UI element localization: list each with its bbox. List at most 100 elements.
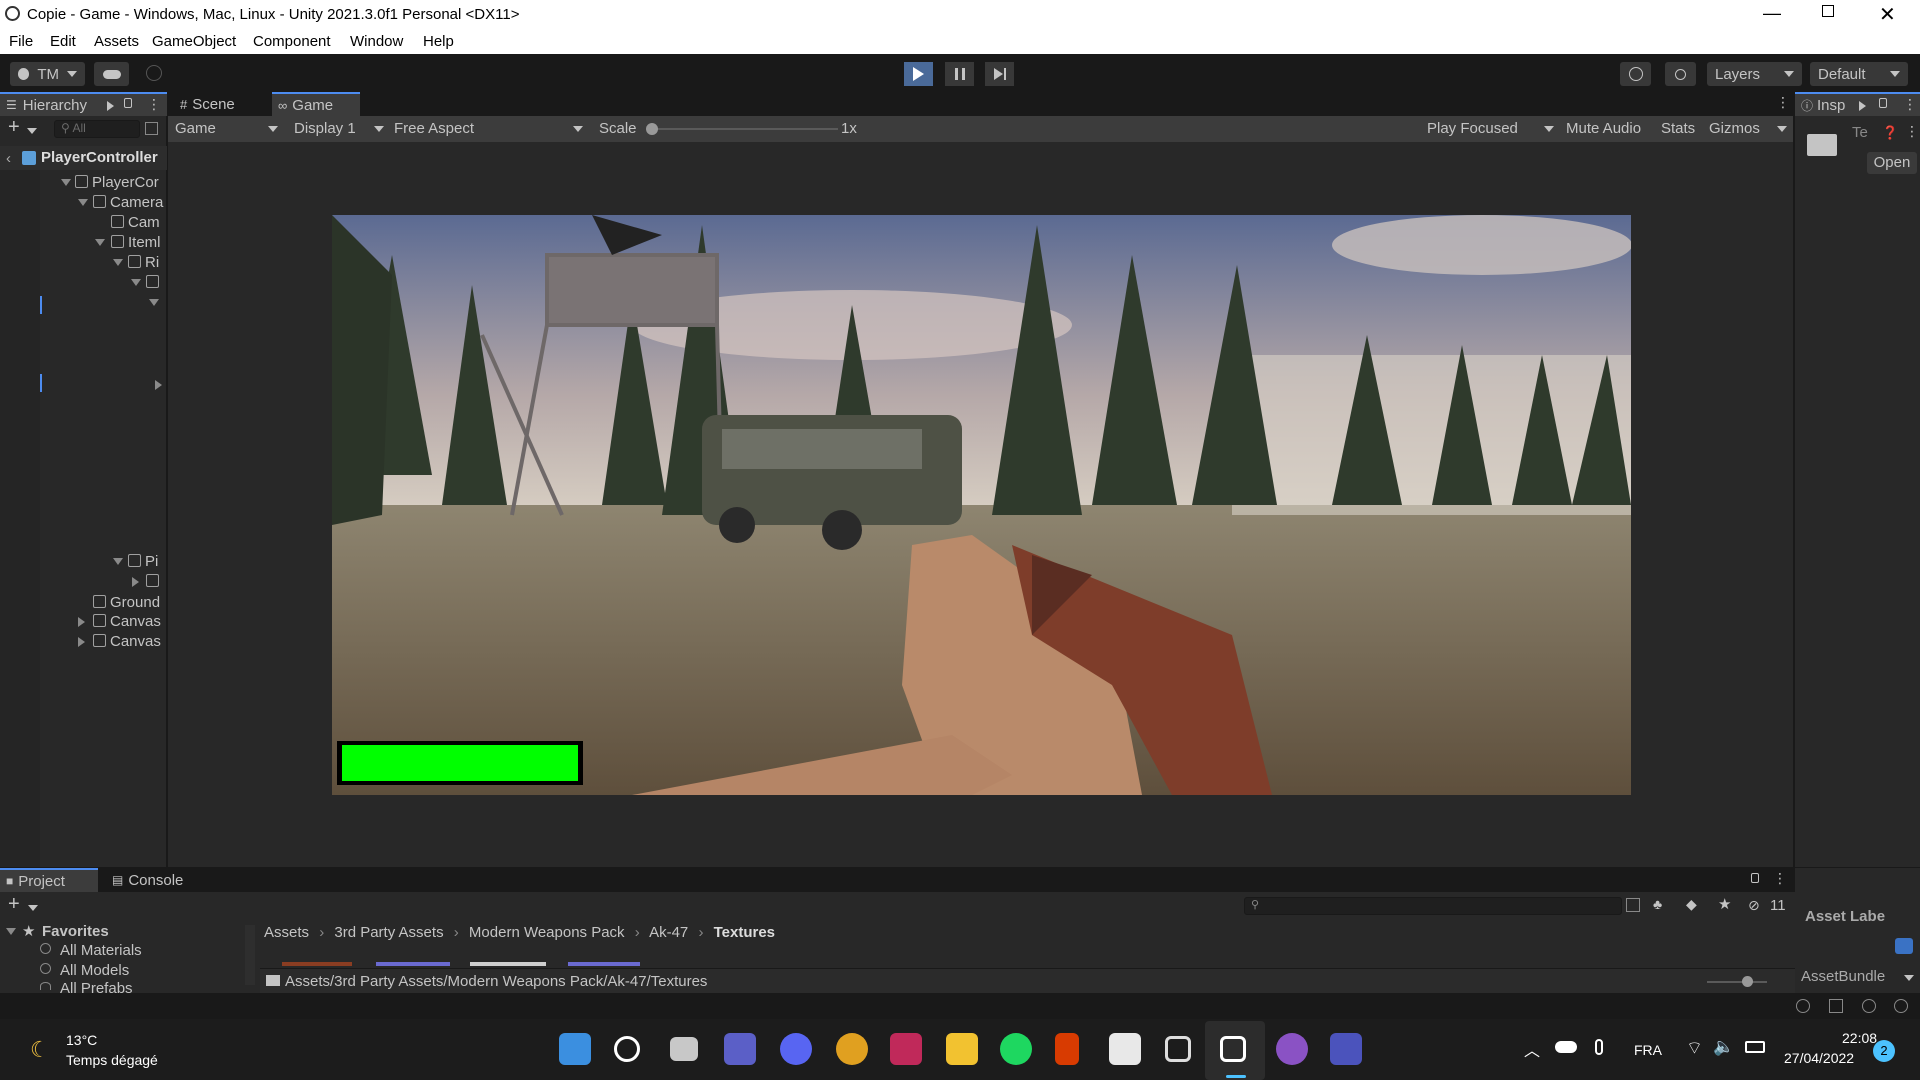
weather-desc[interactable]: Temps dégagé [66,1052,158,1068]
tab-project[interactable]: ■ Project [0,868,98,892]
scale-slider-handle[interactable] [646,123,658,135]
favorites-label[interactable]: Favorites [42,923,109,940]
menu-file[interactable]: File [9,33,33,50]
tab-inspector[interactable]: ⓘ Insp ⋮ [1795,92,1920,116]
teams-chat-icon[interactable] [724,1033,756,1065]
menu-gameobject[interactable]: GameObject [152,33,236,50]
breadcrumb-item[interactable]: Ak-47 [649,924,688,941]
step-button[interactable] [985,62,1014,86]
office-icon[interactable] [1055,1033,1079,1065]
close-icon[interactable]: ✕ [1879,2,1896,27]
tab-console[interactable]: ▤ Console [106,868,189,892]
asset-thumbnail[interactable] [470,962,546,966]
menu-window[interactable]: Window [350,33,403,50]
unity-hub-icon[interactable] [1165,1036,1191,1062]
scrollbar[interactable] [245,925,255,985]
onedrive-icon[interactable] [1555,1041,1577,1053]
layers-dropdown[interactable]: Layers [1707,62,1802,86]
hierarchy-item[interactable]: Canvas [93,633,161,650]
minimize-icon[interactable]: — [1763,3,1781,24]
filter-icon[interactable] [1626,898,1640,912]
filter-icon[interactable] [145,122,158,135]
hierarchy-item[interactable] [146,573,163,590]
discord-icon[interactable] [780,1033,812,1065]
pause-button[interactable] [945,62,974,86]
fav-item[interactable]: All Materials [60,942,142,959]
hierarchy-item[interactable]: Cam [111,214,160,231]
gizmos-button[interactable]: Gizmos [1709,120,1760,137]
asset-thumbnail[interactable] [282,962,352,966]
language-indicator[interactable]: FRA [1634,1042,1662,1058]
chevron-right-icon[interactable] [155,380,162,390]
aspect-dropdown[interactable]: Free Aspect [394,120,584,137]
hierarchy-item[interactable]: Camera [93,194,163,211]
game-viewport[interactable] [332,215,1631,795]
asset-thumbnail[interactable] [568,962,640,966]
play-button[interactable] [904,62,933,86]
tab-hierarchy[interactable]: ☰ Hierarchy ⋮ [0,92,167,116]
lock-icon[interactable] [1751,873,1759,883]
size-slider[interactable] [1707,981,1767,983]
hierarchy-item[interactable]: PlayerCor [75,174,159,191]
hierarchy-item[interactable]: Pi [128,553,158,570]
menu-edit[interactable]: Edit [50,33,76,50]
open-button[interactable]: Open [1867,152,1917,174]
fav-item[interactable]: All Models [60,962,129,979]
type-filter-icon[interactable]: ♣ [1653,896,1662,912]
teams-icon[interactable] [1330,1033,1362,1065]
spotify-icon[interactable] [1000,1033,1032,1065]
hidden-icon[interactable]: ⊘ [1748,897,1760,914]
chevron-up-icon[interactable]: ︿ [1524,1037,1540,1061]
file-explorer-icon[interactable] [946,1033,978,1065]
tab-scene[interactable]: # Scene [174,92,241,116]
task-view-icon[interactable] [670,1037,698,1061]
menu-component[interactable]: Component [253,33,331,50]
display-dropdown[interactable]: Display 1 [294,120,384,137]
add-icon[interactable]: + [8,893,20,916]
breadcrumb-item[interactable]: 3rd Party Assets [334,924,443,941]
scale-slider[interactable] [652,128,838,130]
stats-button[interactable]: Stats [1661,120,1695,137]
tab-game[interactable]: ∞ Game [272,92,360,116]
breadcrumb-item[interactable]: Assets [264,924,309,941]
lock-icon[interactable] [124,98,132,108]
battery-icon[interactable] [1745,1041,1765,1053]
mute-audio-button[interactable]: Mute Audio [1566,120,1641,137]
volume-icon[interactable]: 🔈 [1713,1037,1734,1057]
project-search-input[interactable]: ⚲ [1244,897,1622,915]
wifi-icon[interactable]: ⌔ [1686,1037,1703,1060]
collab-icon[interactable] [146,65,162,81]
windows-start-icon[interactable] [559,1033,591,1065]
add-icon[interactable]: + [8,116,20,139]
search-button[interactable] [1665,62,1696,86]
collab-status-icon[interactable] [1862,999,1876,1013]
menu-help[interactable]: Help [423,33,454,50]
label-icon[interactable]: ◆ [1686,896,1697,913]
breadcrumb-item[interactable]: Textures [714,924,775,941]
check-icon[interactable] [1894,999,1908,1013]
more-icon[interactable]: ⋮ [1905,123,1919,140]
menu-assets[interactable]: Assets [94,33,139,50]
microphone-icon[interactable] [1595,1039,1603,1055]
more-icon[interactable]: ⋮ [1773,870,1787,887]
more-icon[interactable]: ⋮ [1776,94,1790,111]
breadcrumb-item[interactable]: Modern Weapons Pack [469,924,625,941]
hierarchy-item[interactable]: Ground [93,594,160,611]
hierarchy-search-input[interactable]: ⚲ All [54,120,140,138]
stack-icon[interactable] [1829,999,1843,1013]
debug-icon[interactable] [1796,999,1810,1013]
notification-badge[interactable]: 2 [1873,1040,1895,1062]
hierarchy-item[interactable] [146,274,163,291]
restore-icon[interactable] [1822,5,1834,17]
rider-icon[interactable] [890,1033,922,1065]
photoscape-icon[interactable] [1109,1033,1141,1065]
weather-temp[interactable]: 13°C [66,1032,97,1048]
hierarchy-item[interactable]: Canvas [93,613,161,630]
asset-thumbnail[interactable] [376,962,450,966]
search-icon[interactable] [614,1036,640,1062]
account-button[interactable]: TM [10,62,85,86]
scene-header[interactable]: ‹ PlayerController [0,146,167,170]
unity-editor-icon[interactable] [1220,1036,1246,1062]
play-focused-dropdown[interactable]: Play Focused [1427,120,1518,137]
tag-icon[interactable] [1895,938,1913,954]
